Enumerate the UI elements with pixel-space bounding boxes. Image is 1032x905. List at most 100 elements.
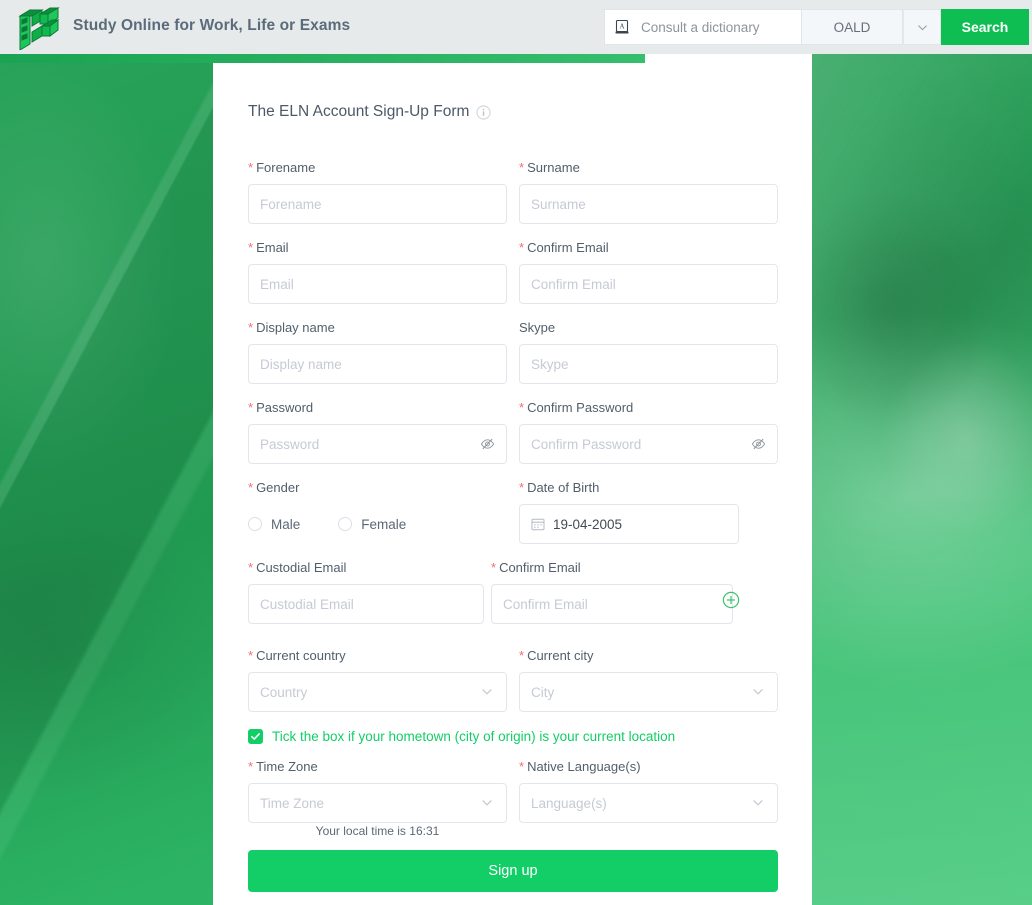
label-email: * Email	[248, 240, 289, 255]
skype-input[interactable]: Skype	[519, 344, 778, 384]
label-confirm-password: * Confirm Password	[519, 400, 634, 415]
time-zone-select[interactable]: Time Zone	[248, 783, 507, 823]
field-date-of-birth: * Date of Birth 19-04-2005	[519, 480, 778, 544]
eln-blocks-logo-icon[interactable]	[14, 4, 62, 51]
surname-input[interactable]: Surname	[519, 184, 778, 224]
svg-text:A: A	[619, 23, 624, 31]
email-input[interactable]: Email	[248, 264, 507, 304]
dictionary-select[interactable]: OALD	[802, 9, 903, 45]
add-custodial-email-button[interactable]	[722, 591, 740, 609]
required-marker: *	[519, 480, 525, 495]
dictionary-search-bar: A OALD Search	[604, 9, 1029, 45]
site-header: Study Online for Work, Life or Exams A O…	[0, 0, 1032, 54]
label-native-language: * Native Language(s)	[519, 759, 641, 774]
search-input[interactable]	[639, 16, 789, 38]
confirm-password-input[interactable]: Confirm Password	[519, 424, 778, 464]
dictionary-select-value: OALD	[833, 19, 871, 35]
chevron-down-icon	[480, 685, 495, 700]
gender-radio-female[interactable]: Female	[338, 517, 406, 532]
surname-placeholder: Surname	[531, 196, 586, 212]
forename-input[interactable]: Forename	[248, 184, 507, 224]
password-placeholder: Password	[260, 436, 320, 452]
label-forename: * Forename	[248, 160, 316, 175]
gender-radio-group: Male Female	[248, 504, 507, 544]
field-current-city: * Current city City	[519, 648, 778, 712]
current-city-select[interactable]: City	[519, 672, 778, 712]
page-background-left-photo	[0, 54, 214, 905]
display-name-placeholder: Display name	[260, 356, 342, 372]
chevron-down-icon	[751, 796, 766, 811]
current-city-placeholder: City	[531, 684, 555, 700]
label-date-of-birth: * Date of Birth	[519, 480, 600, 495]
gender-radio-male[interactable]: Male	[248, 517, 300, 532]
field-surname: * Surname Surname	[519, 160, 778, 224]
label-skype: Skype	[519, 320, 556, 335]
custodial-confirm-email-placeholder: Confirm Email	[503, 596, 588, 612]
eye-slash-icon[interactable]	[751, 437, 766, 452]
required-marker: *	[248, 160, 254, 175]
radio-circle-icon	[248, 517, 262, 531]
hometown-checkbox-label: Tick the box if your hometown (city of o…	[272, 729, 676, 744]
search-field-wrapper[interactable]: A	[604, 9, 802, 45]
skype-placeholder: Skype	[531, 356, 569, 372]
date-of-birth-value: 19-04-2005	[553, 516, 623, 532]
chevron-down-icon	[480, 796, 495, 811]
field-skype: Skype Skype	[519, 320, 778, 384]
signup-button[interactable]: Sign up	[248, 850, 778, 892]
label-custodial-confirm-email: * Confirm Email	[491, 560, 581, 575]
form-title-row: The ELN Account Sign-Up Form	[248, 103, 491, 121]
info-circle-icon[interactable]	[476, 104, 491, 120]
time-zone-placeholder: Time Zone	[260, 795, 325, 811]
local-time-note: Your local time is 16:31	[315, 824, 440, 838]
email-placeholder: Email	[260, 276, 294, 292]
required-marker: *	[248, 648, 254, 663]
chevron-down-icon	[751, 685, 766, 700]
search-button[interactable]: Search	[941, 9, 1029, 45]
current-country-select[interactable]: Country	[248, 672, 507, 712]
dictionary-select-caret[interactable]	[903, 9, 941, 45]
date-of-birth-input[interactable]: 19-04-2005	[519, 504, 739, 544]
required-marker: *	[491, 560, 497, 575]
label-confirm-email: * Confirm Email	[519, 240, 609, 255]
label-time-zone: * Time Zone	[248, 759, 318, 774]
custodial-confirm-email-input[interactable]: Confirm Email	[491, 584, 733, 624]
radio-circle-icon	[338, 517, 353, 531]
field-forename: * Forename Forename	[248, 160, 507, 224]
forename-placeholder: Forename	[260, 196, 322, 212]
confirm-password-placeholder: Confirm Password	[531, 436, 642, 452]
field-confirm-email: * Confirm Email Confirm Email	[519, 240, 778, 304]
label-gender: * Gender	[248, 480, 300, 495]
field-current-country: * Current country Country	[248, 648, 507, 712]
required-marker: *	[248, 400, 254, 415]
label-current-city: * Current city	[519, 648, 594, 663]
required-marker: *	[519, 400, 525, 415]
label-display-name: * Display name	[248, 320, 335, 335]
field-custodial-email: * Custodial Email Custodial Email	[248, 560, 484, 624]
native-language-placeholder: Language(s)	[531, 795, 607, 811]
chevron-down-icon	[917, 24, 927, 30]
confirm-email-placeholder: Confirm Email	[531, 276, 616, 292]
field-time-zone: * Time Zone Time Zone	[248, 759, 507, 823]
label-current-country: * Current country	[248, 648, 346, 663]
custodial-email-input[interactable]: Custodial Email	[248, 584, 484, 624]
required-marker: *	[519, 759, 525, 774]
native-language-select[interactable]: Language(s)	[519, 783, 778, 823]
required-marker: *	[248, 759, 254, 774]
field-gender: * Gender Male Female	[248, 480, 507, 544]
brand-title: Study Online for Work, Life or Exams	[73, 17, 351, 34]
field-native-language: * Native Language(s) Language(s)	[519, 759, 778, 823]
signup-form-card: The ELN Account Sign-Up Form * Forename F…	[213, 54, 812, 905]
field-email: * Email Email	[248, 240, 507, 304]
display-name-input[interactable]: Display name	[248, 344, 507, 384]
required-marker: *	[519, 160, 525, 175]
hometown-checkbox[interactable]	[248, 729, 263, 744]
password-input[interactable]: Password	[248, 424, 507, 464]
gender-option-label: Male	[271, 516, 301, 532]
page-title: The ELN Account Sign-Up Form	[248, 103, 470, 120]
hometown-checkbox-row[interactable]: Tick the box if your hometown (city of o…	[248, 729, 675, 744]
confirm-email-input[interactable]: Confirm Email	[519, 264, 778, 304]
required-marker: *	[519, 648, 525, 663]
eye-slash-icon[interactable]	[480, 437, 495, 452]
required-marker: *	[248, 240, 254, 255]
current-country-placeholder: Country	[260, 684, 308, 700]
